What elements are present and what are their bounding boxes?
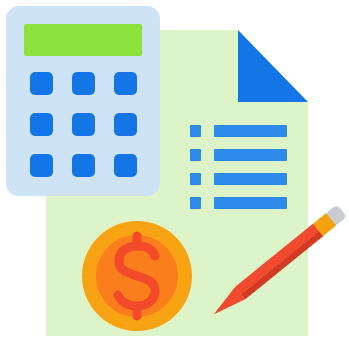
- calculator-key: [72, 154, 95, 177]
- checklist-line: [214, 197, 287, 209]
- calculator-display: [24, 24, 142, 56]
- calculator-key: [30, 113, 53, 136]
- checklist-bullet: [190, 173, 201, 185]
- checklist-line: [214, 149, 287, 161]
- calculator-key: [114, 154, 137, 177]
- calculator-key: [114, 113, 137, 136]
- checklist-line: [214, 125, 287, 137]
- finance-document-illustration: [0, 0, 349, 350]
- calculator-key: [114, 72, 137, 95]
- calculator-key: [30, 72, 53, 95]
- calculator-key: [72, 113, 95, 136]
- checklist-line: [214, 173, 287, 185]
- calculator-key: [72, 72, 95, 95]
- checklist-bullet: [190, 125, 201, 137]
- checklist-bullet: [190, 149, 201, 161]
- calculator-icon: [6, 6, 160, 196]
- dollar-coin-icon: [82, 221, 192, 331]
- checklist-bullet: [190, 197, 201, 209]
- calculator-key: [30, 154, 53, 177]
- document-fold: [238, 30, 308, 102]
